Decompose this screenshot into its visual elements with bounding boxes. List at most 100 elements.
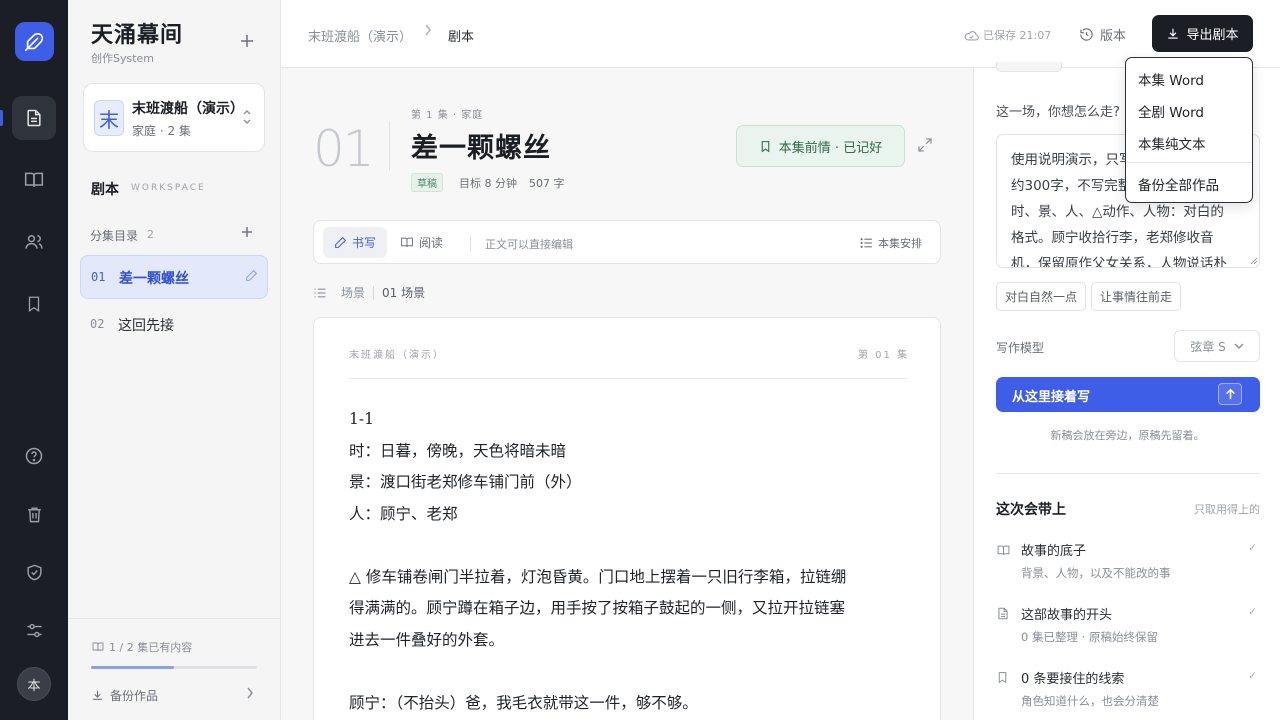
page-header-rule (349, 378, 907, 379)
episode-title-heading[interactable]: 差一颗螺丝 (411, 126, 551, 165)
add-episode-button[interactable] (241, 224, 253, 242)
script-line[interactable]: △ 修车铺卷闸门半拉着，灯泡昏黄。门口地上摆着一只旧行李箱，拉链绷 (349, 562, 909, 594)
nav-book-button[interactable] (12, 158, 56, 202)
menu-item-backup-all[interactable]: 备份全部作品 (1138, 174, 1219, 194)
panel-tab (996, 62, 1062, 72)
menu-item-episode-text[interactable]: 本集纯文本 (1138, 133, 1206, 153)
page-header-episode: 第 01 集 (858, 350, 910, 361)
nav-script-button[interactable] (12, 96, 56, 140)
menu-item-episode-word[interactable]: 本集 Word (1138, 69, 1204, 89)
user-avatar[interactable]: 本 (17, 667, 51, 701)
icon-rail: 本 (0, 0, 68, 720)
episode-item-02[interactable]: 02 这回先接 (80, 303, 268, 347)
bookmark-icon (761, 140, 770, 152)
section-subtitle: WORKSPACE (131, 183, 206, 193)
nav-characters-button[interactable] (12, 220, 56, 264)
bookmark-icon (28, 296, 40, 313)
pencil-icon[interactable] (245, 269, 258, 286)
nav-trash-button[interactable] (12, 492, 56, 536)
model-value: 弦章 S (1190, 339, 1226, 354)
menu-item-series-word[interactable]: 全剧 Word (1138, 101, 1204, 121)
target-duration: 目标 8 分钟 (459, 177, 517, 190)
export-script-button[interactable]: 导出剧本 (1152, 15, 1253, 52)
list-icon[interactable] (313, 287, 327, 299)
sidebar-footer: 1 / 2 集已有内容 备份作品 (68, 618, 280, 720)
episode-item-01[interactable]: 01 差一颗螺丝 (80, 255, 268, 299)
book-open-icon (24, 172, 44, 187)
model-select[interactable]: 弦章 S (1174, 330, 1260, 362)
nav-settings-button[interactable] (12, 608, 56, 652)
cloud-check-icon (964, 30, 979, 40)
download-icon (93, 690, 102, 700)
context-item-story-base[interactable]: 故事的底子 背景、人物，以及不能改的事 ✓ (996, 540, 1260, 590)
episode-title: 差一颗螺丝 (119, 271, 189, 287)
episode-big-number: 01 (313, 120, 375, 178)
version-button[interactable]: 版本 (1079, 25, 1126, 44)
chip-move-forward[interactable]: 让事情往前走 (1091, 282, 1182, 311)
context-item-story-opening[interactable]: 这部故事的开头 0 集已整理 · 原稿始终保留 ✓ (996, 604, 1260, 654)
context-item-title: 这部故事的开头 (1021, 608, 1113, 623)
breadcrumb-project[interactable]: 末班渡船（演示） (308, 26, 412, 45)
divider (470, 235, 471, 251)
download-icon (1168, 28, 1179, 39)
scene-bar: 场景 01 场景 (313, 284, 425, 301)
project-meta: 家庭 · 2 集 (132, 124, 191, 138)
app-logo[interactable] (14, 22, 54, 61)
word-count: 507 字 (529, 177, 565, 190)
backup-label: 备份作品 (110, 689, 159, 703)
chevron-updown-icon (242, 108, 252, 129)
page-header-project: 末班渡船（演示） (349, 350, 445, 361)
script-line[interactable]: 人：顾宁、老郑 (349, 499, 909, 531)
nav-shield-button[interactable] (12, 550, 56, 594)
context-item-sub: 背景、人物，以及不能改的事 (1021, 566, 1171, 580)
tab-write[interactable]: 书写 (323, 227, 387, 258)
trash-icon (27, 506, 41, 522)
prompt-line: 机，保留原作父女关系，人物说话朴 (1011, 256, 1227, 268)
script-line[interactable]: 时：日暮，傍晚，天色将暗未暗 (349, 436, 909, 468)
script-body[interactable]: 1-1 时：日暮，傍晚，天色将暗未暗 景：渡口街老郑修车铺门前（外） 人：顾宁、老郑 △… (349, 404, 909, 719)
nav-help-button[interactable] (12, 434, 56, 478)
assistant-question: 这一场，你想怎么走? (996, 105, 1120, 120)
context-hint: 只取用得上的 (1194, 503, 1260, 516)
scene-count[interactable]: 01 场景 (382, 284, 425, 301)
tab-read[interactable]: 阅读 (400, 234, 443, 251)
backup-link[interactable]: 备份作品 (91, 687, 158, 704)
expand-icon[interactable] (917, 137, 933, 157)
tab-write-label: 书写 (351, 236, 376, 250)
users-icon (25, 235, 43, 249)
sliders-icon (26, 623, 42, 637)
divider (373, 285, 375, 300)
context-item-clues[interactable]: 0 条要接住的线索 角色知道什么，也会分清楚 ✓ (996, 668, 1260, 718)
script-line[interactable] (349, 530, 909, 562)
document-icon (996, 606, 1010, 625)
progress-fill (91, 666, 174, 669)
project-switcher[interactable]: 末 末班渡船（演示） 家庭 · 2 集 (83, 83, 265, 152)
project-name: 末班渡船（演示） (132, 101, 240, 117)
document-icon (27, 109, 41, 127)
context-item-title: 故事的底子 (1021, 544, 1087, 559)
chip-natural-dialogue[interactable]: 对白自然一点 (996, 282, 1087, 311)
episode-meta: 第 1 集 · 家庭 (411, 110, 484, 121)
script-line[interactable]: 景：渡口街老郑修车铺门前（外） (349, 467, 909, 499)
recap-button[interactable]: 本集前情 · 已记好 (736, 125, 905, 167)
script-line[interactable] (349, 656, 909, 688)
resize-handle[interactable] (1250, 257, 1258, 267)
book-open-icon (401, 237, 413, 247)
script-line[interactable]: 进去一件叠好的外套。 (349, 625, 909, 657)
script-line[interactable]: 顾宁：（不抬头）爸，我毛衣就带这一件，够不够。 (349, 688, 909, 720)
progress-label: 1 / 2 集已有内容 (109, 641, 193, 654)
episode-arrangement-button[interactable]: 本集安排 (860, 235, 922, 251)
new-project-button[interactable] (240, 31, 254, 51)
menu-divider (1126, 162, 1252, 163)
save-status: 已保存 21:07 (964, 27, 1051, 43)
active-marker (0, 110, 3, 126)
export-label: 导出剧本 (1186, 28, 1239, 43)
brand-subtitle: 创作System (91, 52, 155, 65)
script-line[interactable]: 1-1 (349, 404, 909, 436)
book-open-icon (996, 542, 1011, 561)
nav-bookmark-button[interactable] (12, 282, 56, 326)
script-line[interactable]: 得满满的。顾宁蹲在箱子边，用手按了按箱子鼓起的一侧，又拉开拉链塞 (349, 593, 909, 625)
continue-writing-button[interactable]: 从这里接着写 (996, 377, 1260, 412)
divider (389, 121, 390, 171)
check-icon: ✓ (1248, 605, 1258, 618)
